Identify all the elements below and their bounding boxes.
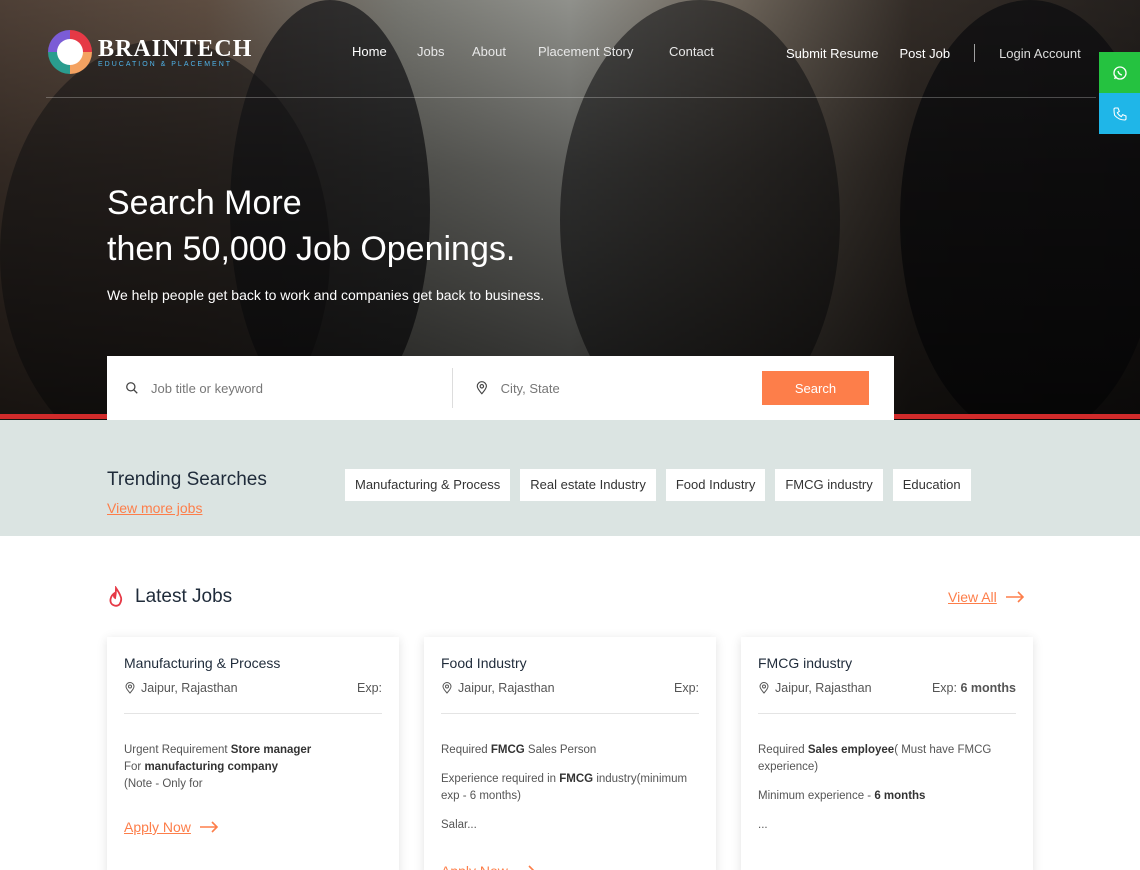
view-all-label: View All [948,589,997,605]
desc-text: Required [441,744,491,756]
search-icon [126,382,138,394]
keyword-field [125,356,445,420]
nav-separator [974,44,976,62]
desc-text: Urgent Requirement [124,744,231,756]
search-separator [452,368,453,408]
nav-item-jobs[interactable]: Jobs [417,44,444,59]
desc-text: ... [758,819,768,831]
desc-text: Sales Person [524,744,597,756]
location-pin-icon [442,682,452,694]
phone-button[interactable] [1099,93,1140,134]
job-title: Food Industry [441,655,527,671]
job-card[interactable]: FMCG industry Jaipur, Rajasthan Exp: 6 m… [741,637,1033,870]
location-pin-icon [759,682,769,694]
desc-highlight: FMCG [559,773,594,785]
desc-highlight: manufacturing company [144,761,279,773]
desc-highlight: FMCG [490,744,525,756]
apply-now-link[interactable]: Apply Now [124,819,219,835]
brand-logo[interactable]: BRAINTECH EDUCATION & PLACEMENT [48,30,252,74]
job-meta: Jaipur, Rajasthan Exp: 6 months [758,681,1016,695]
job-location: Jaipur, Rajasthan [458,681,555,695]
job-exp-value: 6 months [960,681,1016,695]
trending-tag[interactable]: Manufacturing & Process [345,469,511,501]
job-title: Manufacturing & Process [124,655,281,671]
submit-resume-link[interactable]: Submit Resume [786,46,878,61]
location-pin-icon [125,682,135,694]
job-exp-label: Exp: [931,681,957,695]
trending-tag[interactable]: Education [892,469,971,501]
desc-text: Salar... [441,819,477,831]
job-card[interactable]: Manufacturing & Process Jaipur, Rajastha… [107,637,399,870]
job-title: FMCG industry [758,655,853,671]
card-divider [124,713,382,714]
desc-text: Minimum experience - [758,790,875,802]
nav-divider [46,97,1096,98]
job-meta: Jaipur, Rajasthan Exp: [124,681,382,695]
apply-now-link[interactable]: Apply Now [441,863,536,870]
job-location: Jaipur, Rajasthan [775,681,872,695]
trending-tags: Manufacturing & Process Real estate Indu… [345,469,981,501]
nav-item-home[interactable]: Home [352,44,387,59]
apply-now-label: Apply Now [441,863,508,870]
desc-text: (Note - Only for [124,778,203,790]
brand-tagline: EDUCATION & PLACEMENT [98,60,233,68]
search-button[interactable]: Search [762,371,869,405]
view-more-jobs-link[interactable]: View more jobs [107,500,202,516]
desc-text: For [124,761,145,773]
location-pin-icon [476,381,487,395]
latest-jobs-title: Latest Jobs [135,586,233,607]
hero-title-line: Search More [107,184,302,222]
desc-text: Experience required in [441,773,560,785]
arrow-right-icon [528,865,535,870]
job-description: Urgent Requirement Store manager For man… [124,742,382,793]
nav-actions: Submit Resume Post Job Login Account [786,44,1081,62]
hero-title: Search More then 50,000 Job Openings. [107,180,515,272]
hero-subtitle: We help people get back to work and comp… [107,287,545,303]
keyword-input[interactable] [151,380,391,396]
desc-highlight: 6 months [874,790,926,802]
job-search-bar: Search [107,356,894,420]
login-account-link[interactable]: Login Account [999,46,1081,61]
brand-name: BRAINTECH [98,35,253,62]
job-card[interactable]: Food Industry Jaipur, Rajasthan Exp: Req… [424,637,716,870]
trending-title: Trending Searches [107,469,267,490]
job-exp-label: Exp: [673,681,699,695]
trending-tag[interactable]: Food Industry [665,469,766,501]
arrow-right-icon [1005,591,1024,603]
apply-now-label: Apply Now [124,819,191,835]
trending-section: Trending Searches View more jobs Manufac… [0,420,1140,536]
phone-icon [1112,106,1127,121]
latest-jobs-heading: Latest Jobs [107,586,232,608]
whatsapp-icon [1112,65,1127,80]
job-location: Jaipur, Rajasthan [141,681,238,695]
nav-item-placement-story[interactable]: Placement Story [538,44,633,59]
job-description: Required FMCG Sales Person Experience re… [441,742,699,834]
job-description: Required Sales employee( Must have FMCG … [758,742,1016,834]
view-all-link[interactable]: View All [948,589,1025,605]
logo-icon [48,30,92,74]
hero-title-line: then 50,000 Job Openings. [107,230,516,268]
desc-highlight: Store manager [230,744,312,756]
trending-tag[interactable]: Real estate Industry [520,469,656,501]
nav-item-contact[interactable]: Contact [669,44,714,59]
post-job-link[interactable]: Post Job [899,46,950,61]
whatsapp-button[interactable] [1099,52,1140,93]
desc-highlight: Sales employee [807,744,895,756]
card-divider [758,713,1016,714]
nav-item-about[interactable]: About [472,44,506,59]
card-divider [441,713,699,714]
job-meta: Jaipur, Rajasthan Exp: [441,681,699,695]
location-input[interactable] [500,380,735,396]
desc-text: Required [758,744,808,756]
arrow-right-icon [199,821,219,833]
job-exp-label: Exp: [356,681,382,695]
flame-icon [109,586,123,607]
location-field [475,356,735,420]
trending-tag[interactable]: FMCG industry [775,469,883,501]
